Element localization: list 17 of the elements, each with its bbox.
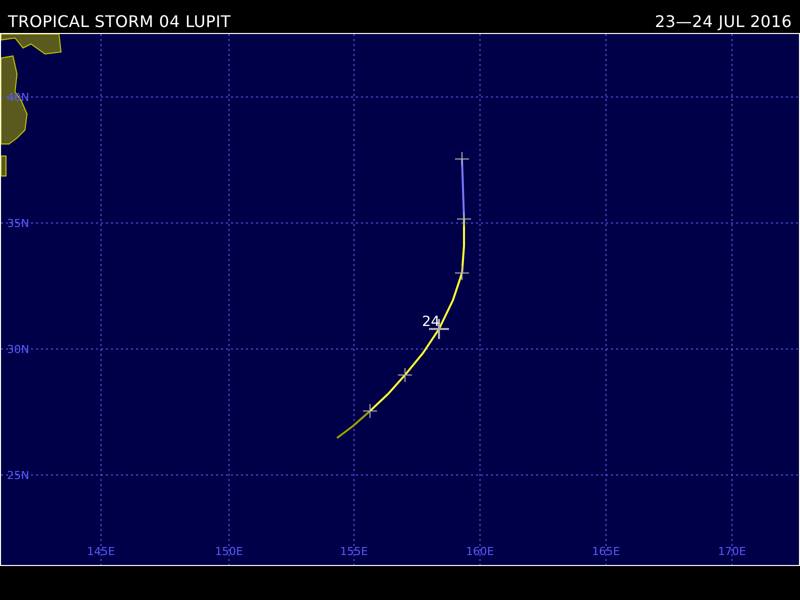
- longitude-label: 155E: [340, 545, 368, 558]
- longitude-label: 165E: [592, 545, 620, 558]
- latitude-label: 25N: [7, 469, 30, 482]
- position-marker-icon: [362, 404, 378, 418]
- latitude-label: 40N: [7, 91, 30, 104]
- longitude-label: 160E: [466, 545, 494, 558]
- longitude-label: 170E: [718, 545, 746, 558]
- storm-title: TROPICAL STORM 04 LUPIT: [8, 12, 231, 33]
- position-marker-icon: [456, 212, 472, 226]
- position-marker-icon: [454, 266, 470, 280]
- position-marker-icon: [398, 368, 412, 382]
- latitude-label: 30N: [7, 343, 30, 356]
- latitude-label: 35N: [7, 217, 30, 230]
- date-range: 23—24 JUL 2016: [654, 12, 792, 33]
- longitude-label: 150E: [215, 545, 243, 558]
- longitude-label: 145E: [87, 545, 115, 558]
- position-marker-icon: [454, 152, 470, 166]
